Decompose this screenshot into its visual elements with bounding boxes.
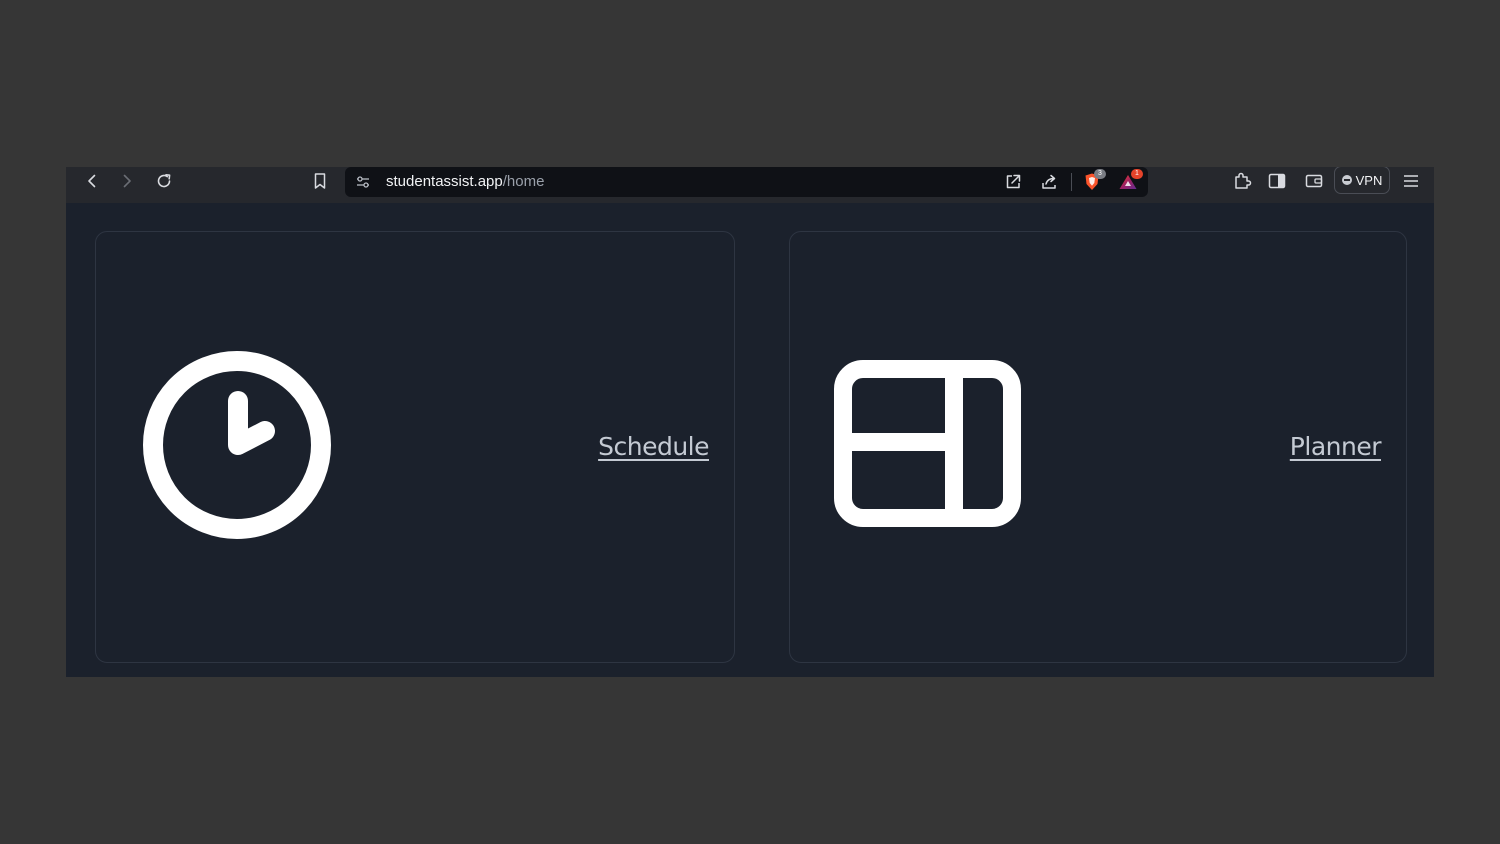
share-icon[interactable]: [1035, 168, 1063, 196]
url-text[interactable]: studentassist.app/home: [386, 173, 544, 191]
shields-count-badge: 3: [1094, 169, 1106, 179]
vpn-label: VPN: [1355, 172, 1383, 188]
address-bar[interactable]: studentassist.app/home 3 1: [345, 167, 1148, 197]
layout-panels-icon: [834, 360, 1021, 527]
url-path: /home: [502, 173, 545, 190]
rewards-count-badge: 1: [1131, 169, 1143, 179]
planner-card[interactable]: Planner: [789, 231, 1407, 663]
wallet-icon[interactable]: [1300, 167, 1328, 195]
back-arrow-icon[interactable]: [78, 167, 106, 195]
open-external-icon[interactable]: [999, 168, 1027, 196]
site-settings-icon[interactable]: [349, 168, 377, 196]
clock-icon: [143, 351, 331, 539]
bookmark-icon[interactable]: [306, 167, 334, 195]
browser-window: studentassist.app/home 3 1 VPN Schedule …: [66, 167, 1434, 677]
url-host: studentassist.app: [386, 173, 503, 190]
schedule-link[interactable]: Schedule: [598, 430, 709, 464]
browser-toolbar: studentassist.app/home 3 1 VPN: [66, 167, 1434, 203]
vpn-status-icon: [1341, 175, 1352, 185]
forward-arrow-icon[interactable]: [113, 167, 141, 195]
hamburger-menu-icon[interactable]: [1397, 167, 1425, 195]
extensions-icon[interactable]: [1228, 167, 1256, 195]
sidebar-icon[interactable]: [1263, 167, 1291, 195]
reload-icon[interactable]: [150, 167, 178, 195]
vpn-button[interactable]: VPN: [1334, 167, 1390, 194]
urlbar-divider: [1071, 173, 1072, 191]
planner-link[interactable]: Planner: [1290, 430, 1382, 464]
schedule-card[interactable]: Schedule: [95, 231, 735, 663]
